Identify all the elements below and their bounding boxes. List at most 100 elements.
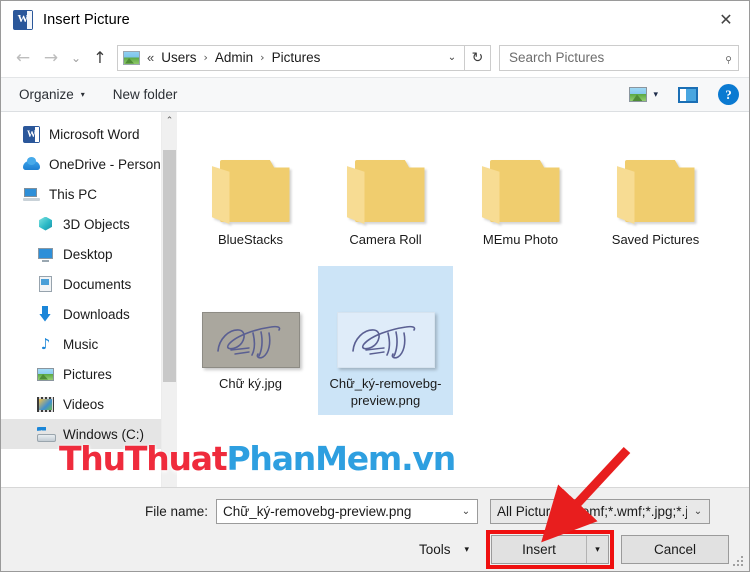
preview-pane-icon[interactable] (678, 86, 698, 103)
sidebar-scrollbar[interactable]: ⌃ (161, 112, 177, 487)
filename-input[interactable]: Chữ_ký-removebg-preview.png ⌄ (216, 499, 478, 524)
window-title: Insert Picture (43, 11, 130, 28)
back-button[interactable]: ← (9, 44, 37, 72)
button-row: Tools ▾ Insert ▾ Cancel (1, 524, 749, 569)
folder-icon (346, 158, 425, 224)
recent-locations-button[interactable]: ⌄ (65, 44, 87, 72)
change-view-icon[interactable] (629, 87, 648, 102)
title-bar: W Insert Picture ✕ (1, 1, 749, 38)
file-label: Camera Roll (349, 232, 422, 247)
help-icon[interactable]: ? (718, 84, 739, 105)
this-pc-icon (23, 186, 40, 203)
thumbnail (201, 272, 300, 368)
sidebar-item-onedrive[interactable]: OneDrive - Person (1, 149, 177, 179)
sidebar-item-desktop[interactable]: Desktop (1, 239, 177, 269)
folder-icon (481, 158, 560, 224)
word-icon: W (13, 9, 33, 30)
dialog-footer: File name: Chữ_ký-removebg-preview.png ⌄… (1, 487, 749, 571)
thumbnail (481, 128, 560, 224)
documents-icon (37, 275, 54, 293)
sidebar-item-label: Music (63, 336, 99, 352)
sidebar-item-videos[interactable]: Videos (1, 389, 177, 419)
breadcrumb-admin[interactable]: Admin (214, 50, 254, 65)
filename-row: File name: Chữ_ký-removebg-preview.png ⌄… (1, 488, 749, 524)
windows-drive-icon (37, 426, 56, 443)
file-item-chu-ky-jpg[interactable]: Chữ ký.jpg (183, 266, 318, 415)
toolbar-right-group: ▾ ? (629, 84, 739, 105)
chevron-down-icon[interactable]: ⌄ (440, 46, 464, 70)
signature-drawing (216, 325, 280, 359)
path-overflow-icon[interactable]: « (147, 50, 154, 65)
sidebar-item-pictures[interactable]: Pictures (1, 359, 177, 389)
insert-label[interactable]: Insert (492, 536, 586, 563)
filename-label: File name: (144, 504, 208, 519)
file-item-memu-photo[interactable]: MEmu Photo (453, 122, 588, 254)
breadcrumb-users[interactable]: Users (160, 50, 197, 65)
sidebar-item-label: 3D Objects (63, 216, 130, 232)
file-item-saved-pictures[interactable]: Saved Pictures (588, 122, 723, 254)
tools-button[interactable]: Tools ▾ (415, 542, 473, 557)
tools-label: Tools (418, 542, 451, 557)
insert-dropdown-arrow[interactable]: ▾ (586, 536, 608, 563)
refresh-icon[interactable]: ↻ (465, 44, 491, 71)
sidebar-item-label: This PC (49, 186, 98, 202)
file-row: BlueStacks Camera Roll MEmu Photo Saved … (177, 122, 749, 254)
sidebar-item-label: Desktop (63, 246, 113, 262)
dialog-body: W Microsoft Word OneDrive - Person This … (1, 112, 749, 487)
chevron-down-icon: ▾ (464, 544, 469, 555)
chevron-down-icon[interactable]: ▾ (653, 90, 658, 100)
scroll-up-icon[interactable]: ⌃ (162, 112, 177, 129)
thumbnail (211, 128, 290, 224)
sidebar-item-microsoft-word[interactable]: W Microsoft Word (1, 119, 177, 149)
close-icon[interactable]: ✕ (703, 1, 749, 37)
address-bar[interactable]: « Users › Admin › Pictures ⌄ (117, 44, 465, 71)
sidebar-item-label: OneDrive - Person (49, 156, 161, 172)
sidebar-item-music[interactable]: ♪ Music (1, 329, 177, 359)
file-item-bluestacks[interactable]: BlueStacks (183, 122, 318, 254)
breadcrumb-pictures[interactable]: Pictures (271, 50, 322, 65)
new-folder-button[interactable]: New folder (113, 87, 178, 102)
thumbnail (616, 128, 695, 224)
resize-grip[interactable] (733, 556, 744, 567)
search-input[interactable]: Search Pictures ⌕ (499, 44, 739, 71)
up-button[interactable]: ↑ (87, 44, 113, 72)
sidebar-item-documents[interactable]: Documents (1, 269, 177, 299)
folder-icon (211, 158, 290, 224)
file-list-pane[interactable]: BlueStacks Camera Roll MEmu Photo Saved … (177, 112, 749, 487)
file-item-camera-roll[interactable]: Camera Roll (318, 122, 453, 254)
sidebar-item-label: Videos (63, 396, 105, 412)
file-label: BlueStacks (217, 232, 284, 247)
forward-button[interactable]: → (37, 44, 65, 72)
pictures-icon (37, 366, 54, 383)
file-label: Chữ ký.jpg (219, 376, 282, 391)
sidebar-item-this-pc[interactable]: This PC (1, 179, 177, 209)
watermark-part1: ThuThuat (59, 439, 228, 478)
onedrive-icon (23, 156, 40, 173)
chevron-down-icon: ▾ (80, 90, 85, 99)
file-label: Chữ_ký-removebg-preview.png (329, 376, 442, 408)
filetype-dropdown[interactable]: All Pictures (*.emf;*.wmf;*.jpg;*.j ⌄ (490, 499, 710, 524)
scrollbar-thumb[interactable] (163, 150, 176, 382)
insert-button[interactable]: Insert ▾ (486, 530, 614, 569)
thumbnail (336, 272, 435, 368)
sidebar-item-label: Documents (63, 276, 132, 292)
sidebar-item-label: Pictures (63, 366, 112, 382)
file-row: Chữ ký.jpg Chữ_ký-removebg-preview.png (177, 266, 749, 415)
sidebar-item-3d-objects[interactable]: 3D Objects (1, 209, 177, 239)
organize-button[interactable]: Organize ▾ (19, 87, 85, 102)
cancel-button[interactable]: Cancel (621, 535, 729, 564)
filetype-value: All Pictures (*.emf;*.wmf;*.jpg;*.j (497, 504, 687, 519)
file-label: Saved Pictures (611, 232, 700, 247)
pictures-folder-icon (123, 50, 140, 65)
image-thumbnail (336, 312, 435, 368)
insert-picture-dialog: W Insert Picture ✕ ← → ⌄ ↑ « Users › Adm… (0, 0, 750, 572)
chevron-down-icon[interactable]: ⌄ (455, 506, 477, 517)
sidebar-item-downloads[interactable]: Downloads (1, 299, 177, 329)
chevron-down-icon[interactable]: ⌄ (687, 506, 709, 517)
sidebar-item-label: Microsoft Word (49, 126, 140, 142)
videos-icon (37, 396, 54, 413)
image-thumbnail (201, 312, 300, 368)
navigation-pane: W Microsoft Word OneDrive - Person This … (1, 112, 177, 487)
search-placeholder: Search Pictures (509, 50, 605, 65)
file-item-chu-ky-removebg-preview-png[interactable]: Chữ_ký-removebg-preview.png (318, 266, 453, 415)
